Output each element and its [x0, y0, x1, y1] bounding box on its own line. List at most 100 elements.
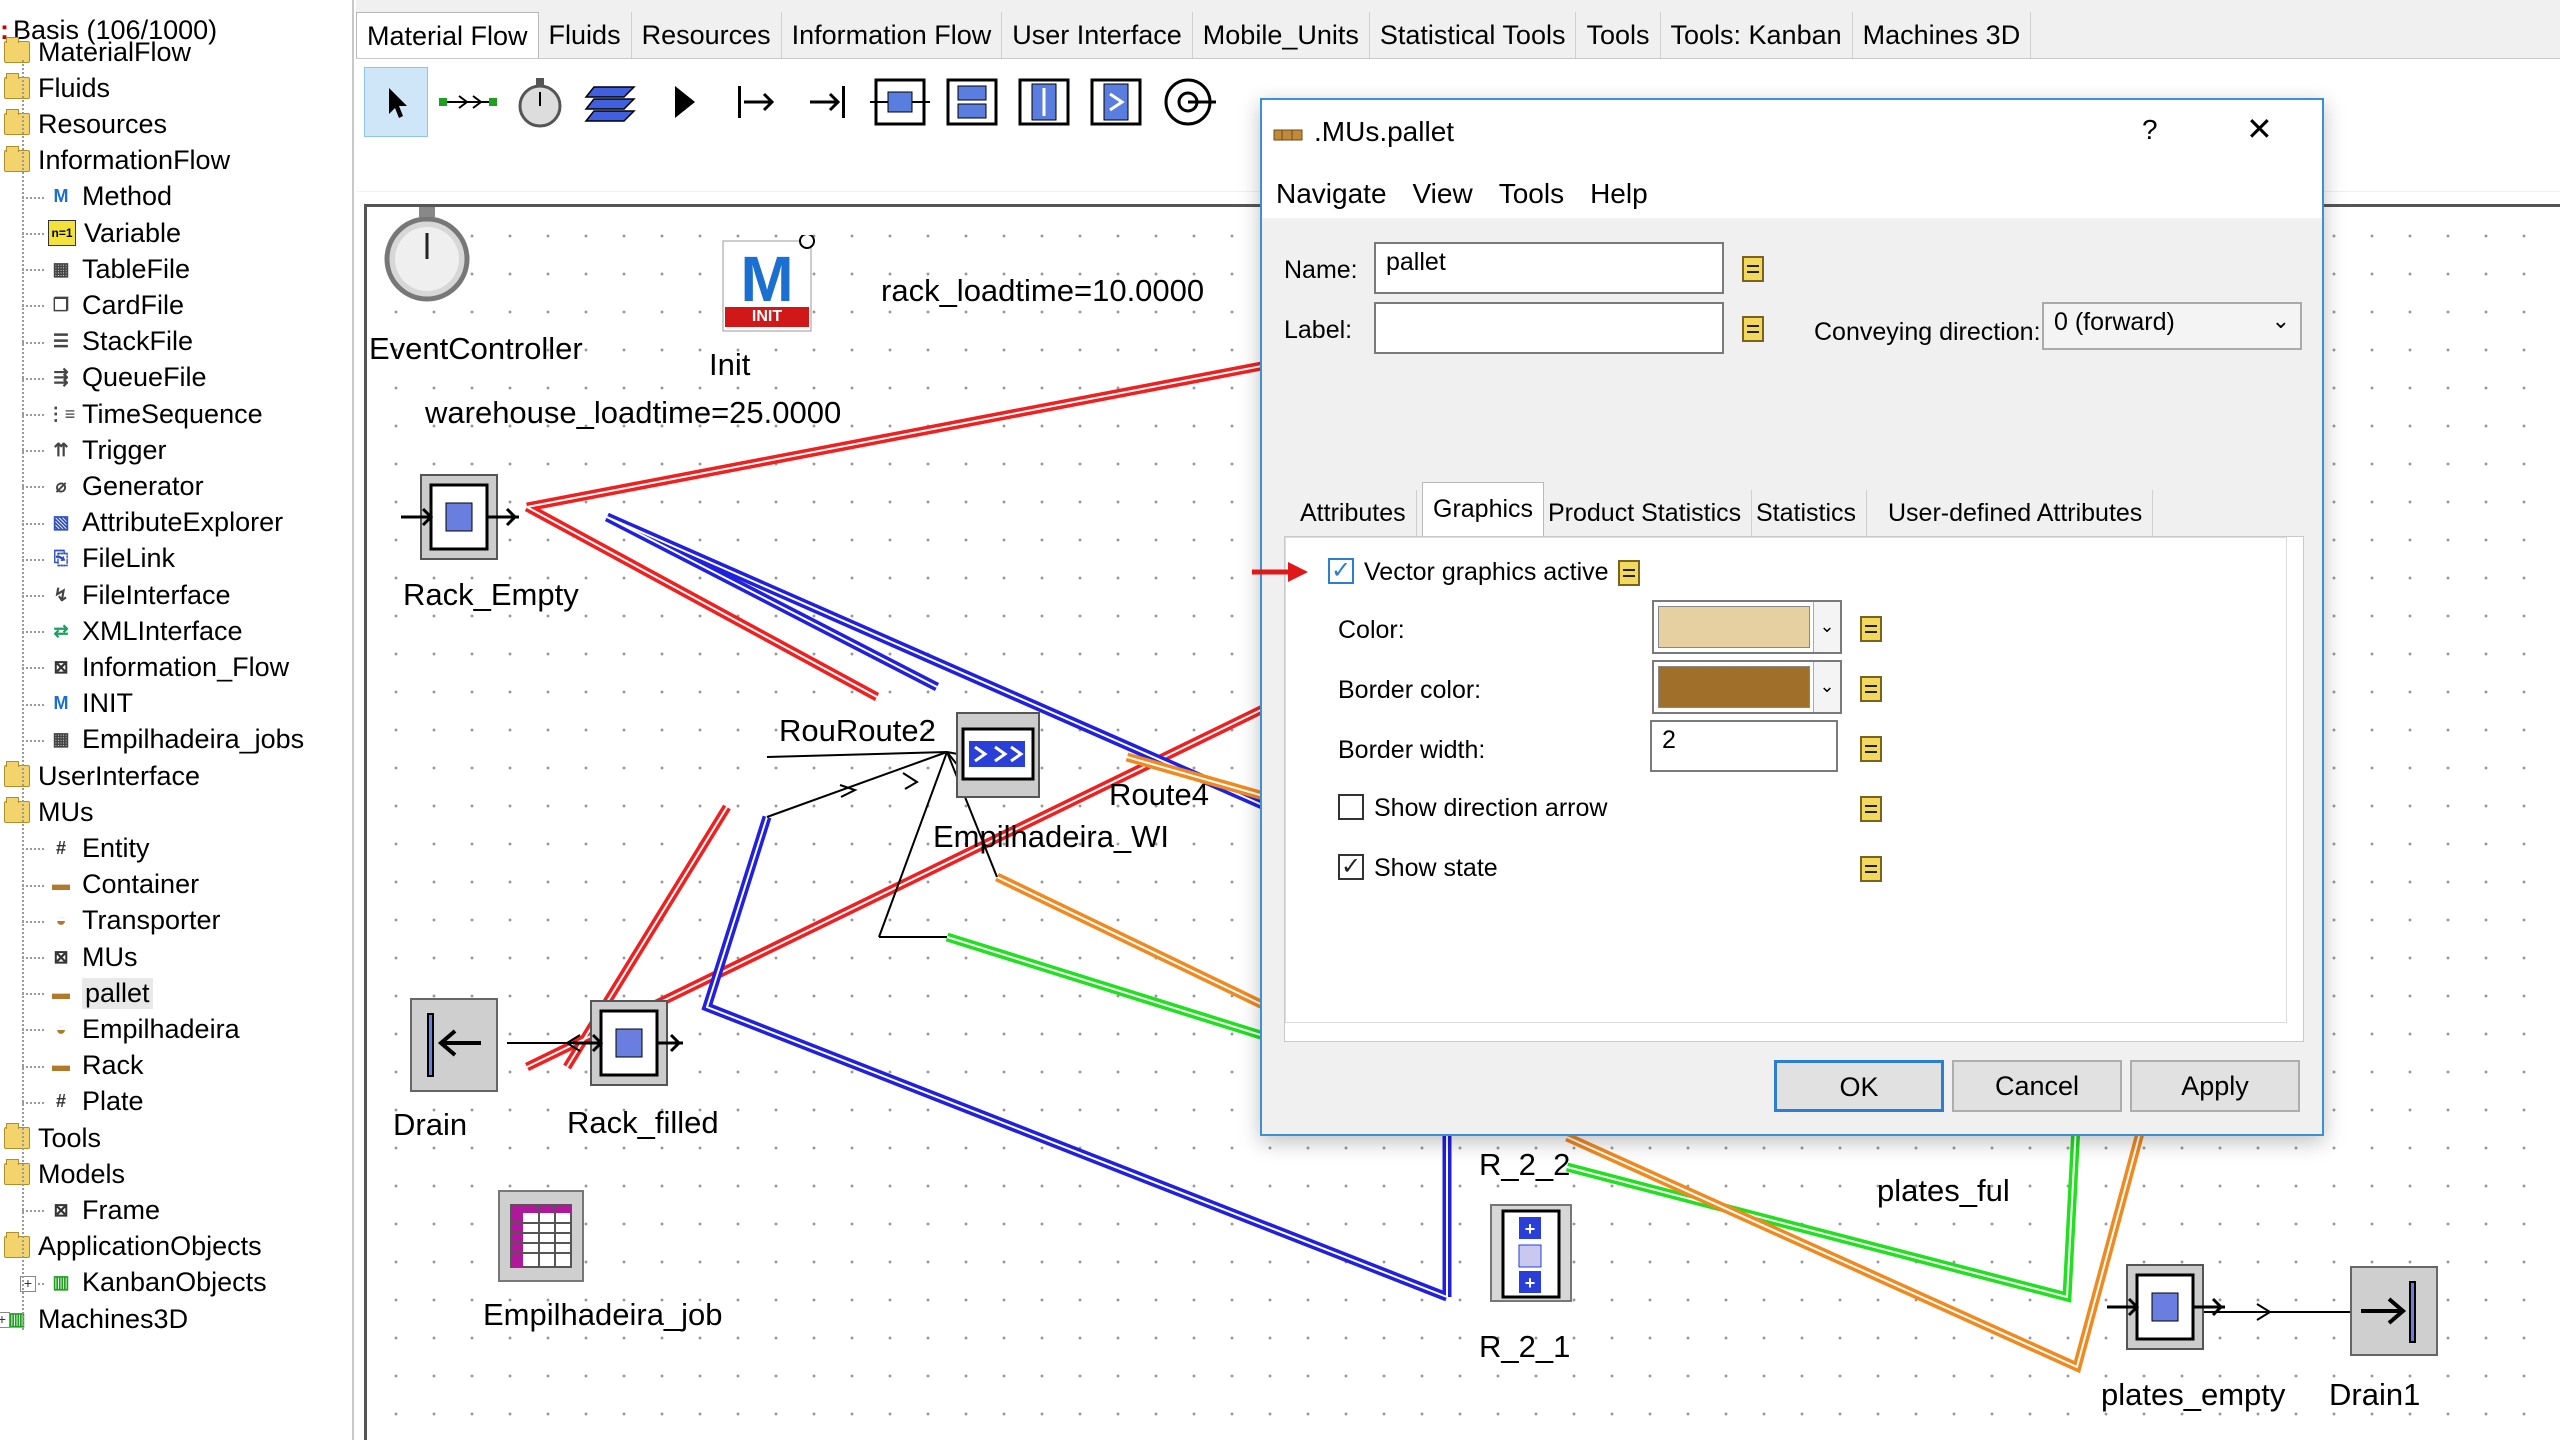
rack-empty-station[interactable] — [401, 469, 521, 572]
tree-item-attributeexplorer[interactable]: ▧ AttributeExplorer — [48, 506, 283, 540]
dialog-tab-graphics[interactable]: Graphics — [1422, 482, 1545, 539]
border-color-inherit-button[interactable] — [1860, 676, 1882, 702]
drain-station[interactable] — [407, 995, 507, 1102]
tree-item-filelink[interactable]: ⎘ FileLink — [48, 542, 175, 576]
toolbox-tab-user-interface[interactable]: User Interface — [1002, 12, 1193, 58]
show-state-checkbox[interactable]: ✓ — [1338, 854, 1364, 880]
tree-item-fileinterface[interactable]: ↯ FileInterface — [48, 578, 230, 612]
source-tool-button[interactable] — [652, 67, 716, 137]
tree-item-frame[interactable]: ⊠ Frame — [48, 1193, 160, 1227]
expand-icon[interactable]: + — [0, 1312, 10, 1328]
border-width-input[interactable]: 2 — [1650, 720, 1838, 772]
tree-item-information-flow[interactable]: ⊠ Information_Flow — [48, 650, 289, 684]
parallelproc-tool-button[interactable] — [940, 67, 1004, 137]
connector-tool-button[interactable] — [436, 67, 500, 137]
toolbox-tab-information-flow[interactable]: Information Flow — [782, 12, 1003, 58]
tree-item-container[interactable]: ▬ Container — [48, 868, 199, 902]
tree-item-empilhadeira[interactable]: ◒ Empilhadeira — [48, 1012, 240, 1046]
menu-help[interactable]: Help — [1576, 168, 1660, 218]
show-direction-inherit-button[interactable] — [1860, 796, 1882, 822]
event-controller-tool-button[interactable] — [508, 67, 572, 137]
toolbox-tab-statistical-tools[interactable]: Statistical Tools — [1370, 12, 1577, 58]
tree-item-cardfile[interactable]: ❐ CardFile — [48, 288, 184, 322]
dialog-tab-attributes[interactable]: Attributes — [1290, 490, 1417, 536]
toolbox-tab-machines-3d[interactable]: Machines 3D — [1853, 12, 2032, 58]
vector-graphics-checkbox[interactable]: ✓ — [1328, 558, 1354, 584]
show-state-inherit-button[interactable] — [1860, 856, 1882, 882]
tree-item-mus[interactable]: MUs — [4, 795, 94, 829]
rack-loadtime-variable[interactable]: rack_loadtime=10.0000 — [881, 273, 1204, 309]
help-button[interactable]: ? — [2142, 114, 2158, 146]
assembly-tool-button[interactable] — [1012, 67, 1076, 137]
tree-item-timesequence[interactable]: ⋮≡ TimeSequence — [47, 397, 263, 431]
tree-item-empilhadeira-jobs[interactable]: ▦ Empilhadeira_jobs — [48, 723, 304, 757]
toolbox-tab-tools[interactable]: Tools — [1576, 12, 1661, 58]
warehouse-loadtime-variable[interactable]: warehouse_loadtime=25.0000 — [425, 395, 841, 431]
init-method-object[interactable]: M INIT — [721, 233, 817, 342]
dismantle-tool-button[interactable] — [1084, 67, 1148, 137]
border-color-picker[interactable]: ⌄ — [1652, 660, 1842, 714]
tree-item-applicationobjects[interactable]: ApplicationObjects — [4, 1230, 262, 1264]
pointer-tool-button[interactable] — [364, 67, 428, 137]
tree-item-mus[interactable]: ⊠ MUs — [48, 940, 137, 974]
tree-item-queuefile[interactable]: ⇶ QueueFile — [48, 361, 206, 395]
plates-empty-station[interactable] — [2107, 1259, 2227, 1362]
toolbox-tab-resources[interactable]: Resources — [632, 12, 782, 58]
close-button[interactable]: ✕ — [2246, 110, 2273, 148]
empilhadeira-jobs-table[interactable] — [497, 1189, 587, 1292]
tree-item-entity[interactable]: # Entity — [48, 831, 150, 865]
drain1-station[interactable] — [2347, 1263, 2447, 1366]
conveying-direction-select[interactable]: 0 (forward) ⌄ — [2042, 302, 2302, 350]
dialog-tab-statistics[interactable]: Statistics — [1746, 490, 1868, 536]
toolbox-tab-tools-kanban[interactable]: Tools: Kanban — [1661, 12, 1853, 58]
singleproc-tool-button[interactable] — [868, 67, 932, 137]
tree-item-materialflow[interactable]: MaterialFlow — [4, 35, 191, 69]
tree-item-kanbanobjects[interactable]: ▥ KanbanObjects — [48, 1266, 266, 1300]
tree-item-tools[interactable]: Tools — [4, 1121, 101, 1155]
tree-item-plate[interactable]: # Plate — [48, 1085, 144, 1119]
frame-tool-button[interactable] — [580, 67, 644, 137]
empilhadeira-wi-station[interactable] — [951, 707, 1051, 810]
dialog-titlebar[interactable]: .MUs.pallet ? ✕ — [1262, 100, 2322, 168]
tree-item-method[interactable]: M Method — [48, 180, 173, 214]
menu-tools[interactable]: Tools — [1485, 168, 1576, 218]
toolbox-tab-mobile-units[interactable]: Mobile_Units — [1193, 12, 1370, 58]
tree-item-userinterface[interactable]: UserInterface — [4, 759, 200, 793]
show-direction-arrow-checkbox[interactable] — [1338, 794, 1364, 820]
dialog-tab-user-defined-attributes[interactable]: User-defined Attributes — [1878, 490, 2154, 536]
tree-item-variable[interactable]: n=1 Variable — [48, 216, 181, 250]
label-inherit-button[interactable] — [1742, 316, 1764, 342]
class-library-tree[interactable]: : Basis (106/1000) MaterialFlow Fluids Res… — [0, 0, 354, 1440]
menu-view[interactable]: View — [1399, 168, 1485, 218]
r-2-1-station[interactable]: + + — [1487, 1201, 1577, 1312]
color-picker[interactable]: ⌄ — [1652, 600, 1842, 654]
dialog-tab-product-statistics[interactable]: Product Statistics — [1538, 490, 1753, 536]
tree-item-trigger[interactable]: ⇈ Trigger — [48, 433, 166, 467]
drain-tool-button[interactable] — [796, 67, 860, 137]
toolbox-tab-material-flow[interactable]: Material Flow — [356, 12, 539, 59]
tree-item-init[interactable]: M INIT — [48, 687, 134, 721]
name-input[interactable]: pallet — [1374, 242, 1724, 294]
tree-item-transporter[interactable]: ◒ Transporter — [48, 904, 221, 938]
tree-item-informationflow[interactable]: InformationFlow — [4, 144, 230, 178]
cycle-tool-button[interactable] — [1156, 67, 1220, 137]
event-controller-object[interactable] — [377, 207, 477, 314]
color-inherit-button[interactable] — [1860, 616, 1882, 642]
toolbox-tab-fluids[interactable]: Fluids — [539, 12, 632, 58]
apply-button[interactable]: Apply — [2130, 1060, 2300, 1112]
menu-navigate[interactable]: Navigate — [1262, 168, 1399, 218]
label-input[interactable] — [1374, 302, 1724, 354]
tree-item-generator[interactable]: ⌀ Generator — [48, 469, 204, 503]
ok-button[interactable]: OK — [1774, 1060, 1944, 1112]
name-inherit-button[interactable] — [1742, 256, 1764, 282]
tree-item-machines3d[interactable]: ▥ Machines3D — [4, 1302, 188, 1336]
vector-graphics-inherit-button[interactable] — [1618, 560, 1640, 586]
tree-item-pallet[interactable]: ▬ pallet — [48, 976, 153, 1010]
entry-tool-button[interactable] — [724, 67, 788, 137]
tree-item-rack[interactable]: ▬ Rack — [48, 1049, 144, 1083]
tree-item-xmlinterface[interactable]: ⇄ XMLInterface — [48, 614, 242, 648]
tree-item-stackfile[interactable]: ☰ StackFile — [48, 325, 193, 359]
tree-item-fluids[interactable]: Fluids — [4, 71, 110, 105]
tree-item-tablefile[interactable]: ▦ TableFile — [48, 252, 190, 286]
border-width-inherit-button[interactable] — [1860, 736, 1882, 762]
